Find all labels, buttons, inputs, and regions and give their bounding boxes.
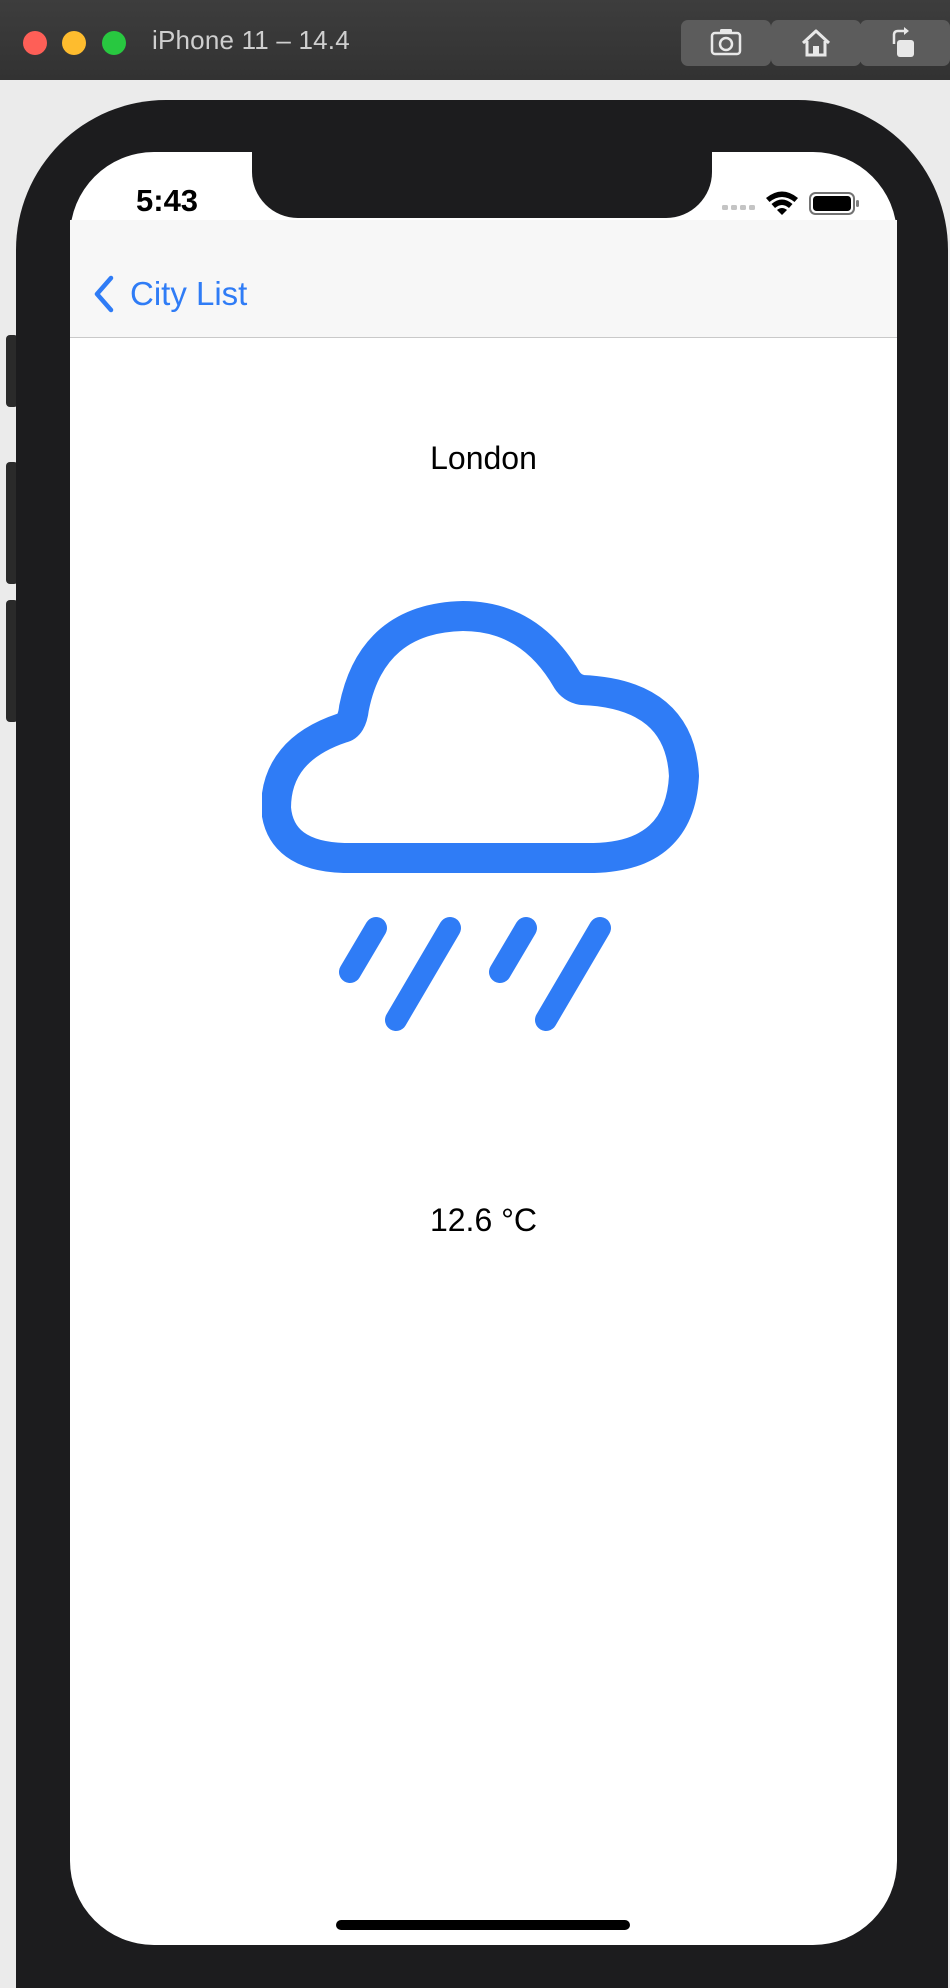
screenshot-button[interactable]	[681, 20, 771, 66]
minimize-window-button[interactable]	[62, 31, 86, 55]
back-button-label: City List	[130, 275, 248, 312]
battery-icon	[809, 192, 859, 215]
device-screen	[70, 152, 897, 1945]
home-button[interactable]	[771, 20, 861, 66]
home-icon	[801, 29, 831, 57]
temperature-value: 12.6 °C	[429, 1202, 538, 1238]
simulator-titlebar: iPhone 11 – 14.4	[0, 0, 950, 81]
window-title: iPhone 11 – 14.4	[152, 25, 350, 55]
device-notch	[252, 152, 712, 218]
zoom-window-button[interactable]	[102, 31, 126, 55]
signal-dots-icon	[722, 205, 755, 210]
cloud-rain-icon	[262, 601, 699, 1031]
close-window-button[interactable]	[23, 31, 47, 55]
chevron-left-icon	[94, 275, 114, 313]
status-icons	[722, 191, 859, 215]
rotate-icon	[892, 27, 914, 57]
wifi-icon	[766, 191, 798, 215]
home-indicator[interactable]	[336, 1920, 630, 1930]
back-button[interactable]: City List	[92, 272, 247, 316]
camera-icon	[710, 29, 742, 56]
city-name: London	[430, 440, 537, 476]
rotate-button[interactable]	[860, 20, 950, 66]
status-time: 5:43	[136, 183, 199, 218]
